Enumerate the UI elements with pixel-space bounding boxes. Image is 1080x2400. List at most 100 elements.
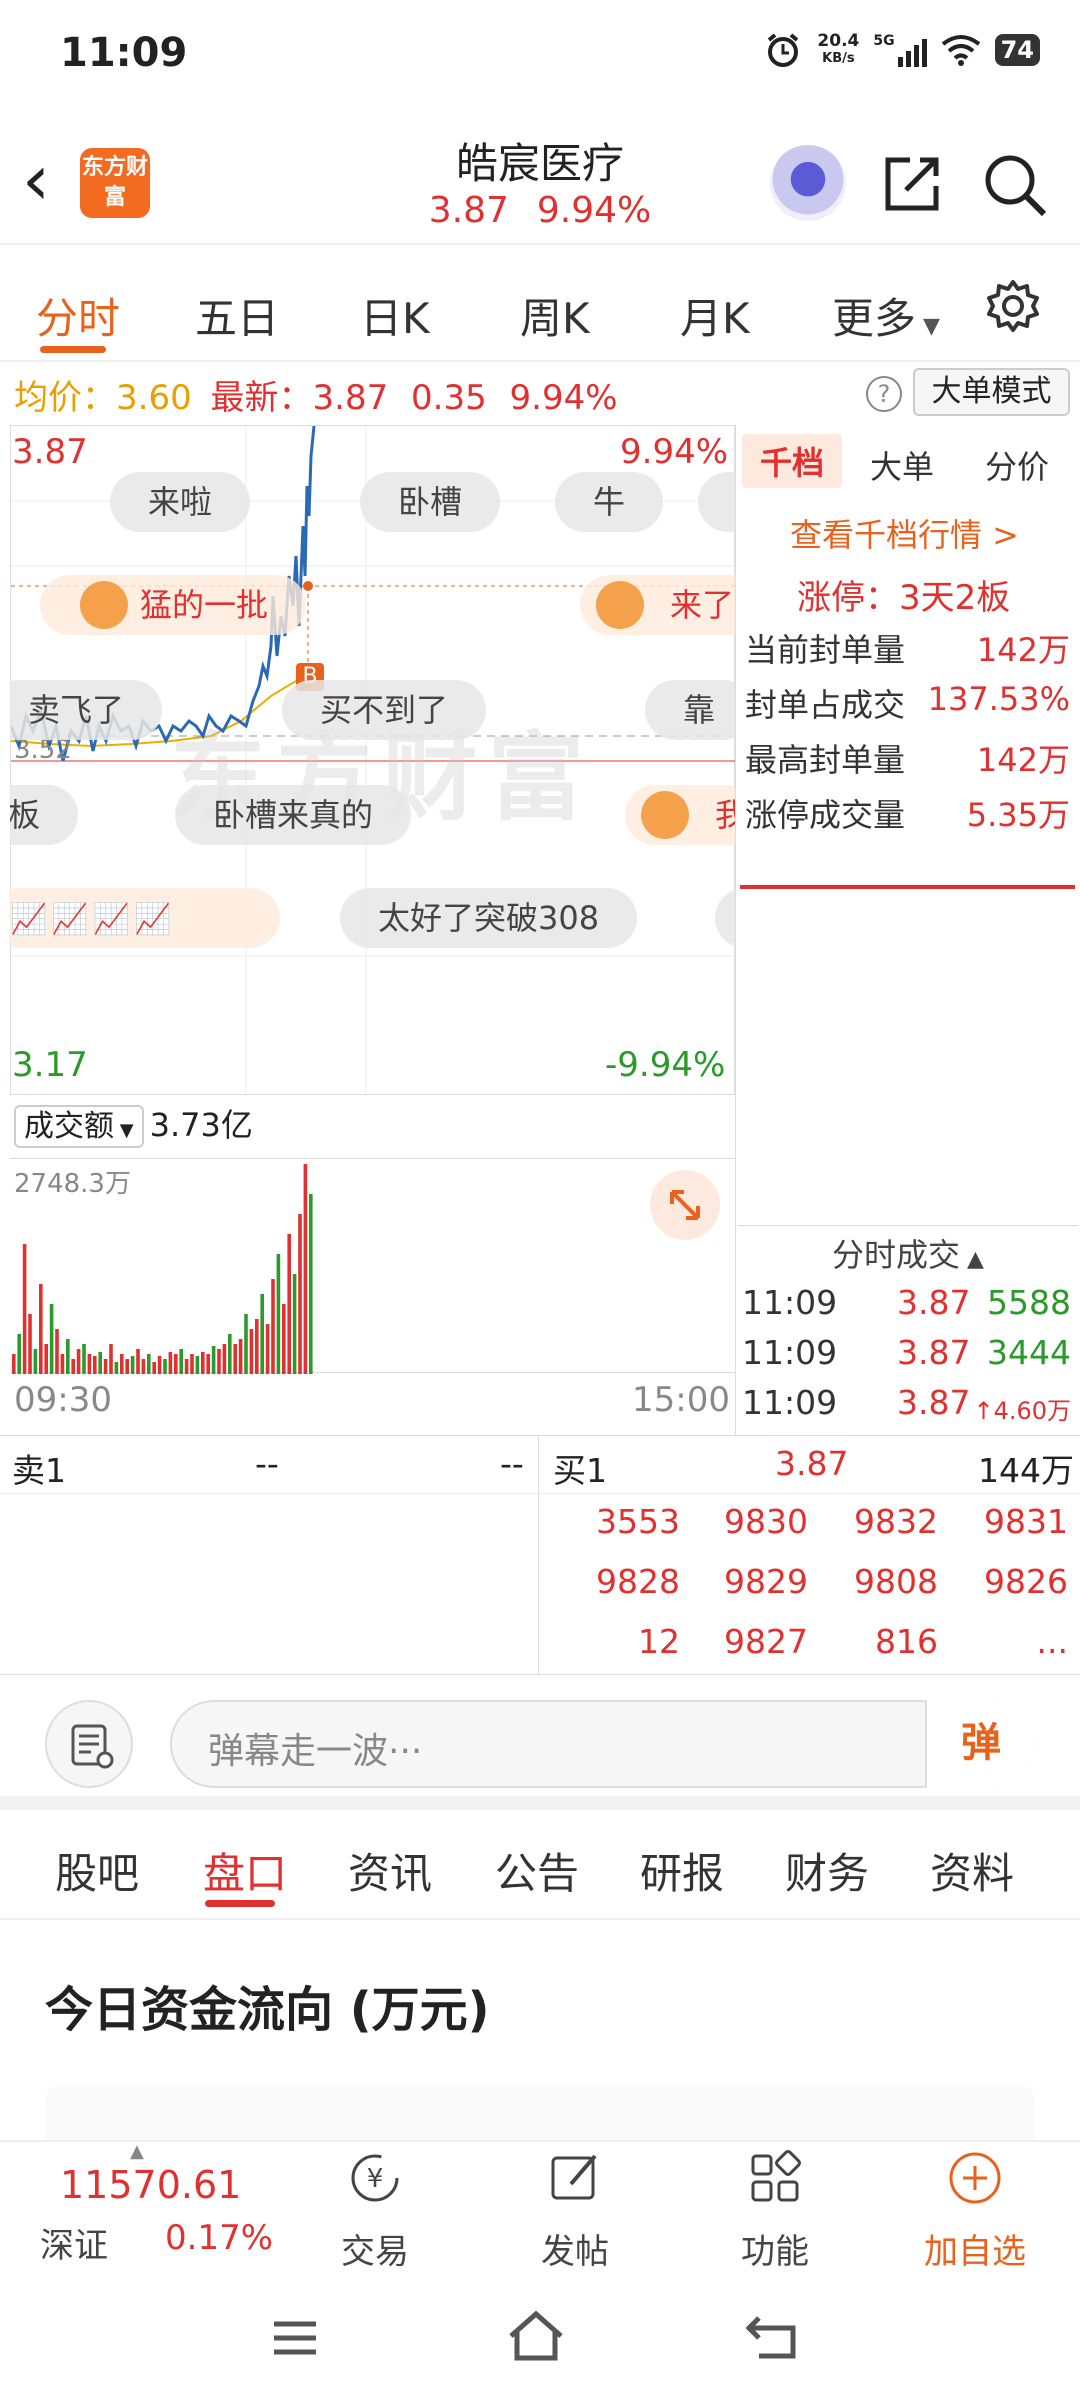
volume-bar	[233, 1344, 237, 1374]
volume-bar	[184, 1359, 189, 1374]
home-icon[interactable]	[505, 2308, 567, 2364]
back-icon[interactable]: ‹	[22, 145, 50, 215]
tab-price-dist[interactable]: 分价	[985, 442, 1049, 488]
volume-bar	[206, 1354, 210, 1374]
tab-thousand-level[interactable]: 千档	[742, 434, 843, 488]
danmu-bubble[interactable]: 我	[625, 785, 735, 845]
back-nav-icon[interactable]	[745, 2312, 801, 2360]
svg-text:¥: ¥	[367, 2164, 384, 2194]
tab-daily-k[interactable]: 日K	[360, 285, 430, 346]
trades-header[interactable]: 分时成交 ▲	[738, 1225, 1078, 1277]
nav-functions[interactable]: 功能	[705, 2148, 845, 2273]
edit-icon	[551, 2154, 597, 2200]
index-value[interactable]: 11570.61	[60, 2163, 241, 2207]
avg-price: 3.60	[116, 378, 192, 418]
volume-bar	[255, 1319, 259, 1374]
volume-bar	[195, 1356, 200, 1374]
thousand-level-link[interactable]: 查看千档行情 >	[790, 510, 1019, 556]
status-bar: 11:09 20.4 KB/s 5G 74	[0, 0, 1080, 110]
limit-stat-row: 当前封单量 142万	[745, 631, 1070, 669]
nav-trade[interactable]: ¥ 交易	[305, 2148, 445, 2273]
danmu-bubble[interactable]: 卧槽来真的	[175, 785, 412, 845]
volume-bar	[71, 1359, 75, 1374]
volume-bar	[17, 1334, 21, 1374]
tab-finance[interactable]: 财务	[785, 1840, 869, 1901]
volume-bar	[44, 1344, 48, 1374]
expand-icon[interactable]	[650, 1170, 720, 1240]
bid-list[interactable]: 买13.87144万买23.867221买33.852028买43.8471买5…	[740, 905, 1078, 1220]
queue-order: 3553	[596, 1502, 680, 1541]
queue-order: 12	[638, 1622, 680, 1661]
tab-pankou[interactable]: 盘口	[203, 1840, 287, 1901]
volume-bar	[287, 1234, 291, 1374]
chart-tabs: 分时 五日 日K 周K 月K 更多 ▼	[0, 250, 1080, 362]
danmu-bubble[interactable]: 卧槽	[360, 472, 501, 532]
volume-bar	[265, 1324, 270, 1374]
trade-row: 11:09 3.87 ↑4.60万	[742, 1383, 1071, 1425]
tab-more[interactable]: 更多 ▼	[832, 285, 940, 346]
volume-bar	[298, 1214, 302, 1374]
queue-order: 9828	[596, 1562, 680, 1601]
danmu-bubble[interactable]: 卖飞了	[10, 680, 163, 740]
volume-bar	[190, 1354, 194, 1374]
volume-bar	[28, 1314, 32, 1374]
volume-bar	[76, 1349, 81, 1374]
divider	[740, 885, 1075, 889]
volume-header: 成交额 ▼ 3.73亿	[14, 1100, 253, 1148]
order-book-separator	[0, 1493, 1080, 1494]
nav-add-watchlist[interactable]: 加自选	[905, 2148, 1045, 2273]
menu-icon[interactable]	[270, 2316, 320, 2360]
volume-bar	[49, 1304, 54, 1374]
danmu-bubble[interactable]: 来啦	[110, 472, 251, 532]
danmu-bubble[interactable]: 来了	[580, 575, 735, 635]
price-info-line: 均价：3.60 最新：3.87 0.35 9.94%	[14, 378, 618, 418]
wifi-icon	[941, 35, 980, 66]
tab-weekly-k[interactable]: 周K	[520, 285, 590, 346]
danmu-bubble[interactable]: 太好了突破308	[340, 888, 638, 948]
latest-price: 3.87	[312, 378, 389, 418]
gear-icon[interactable]	[985, 278, 1041, 334]
limit-stat-row: 封单占成交 137.53%	[745, 680, 1070, 724]
share-icon[interactable]	[880, 150, 946, 216]
danmu-settings-icon[interactable]	[45, 1700, 133, 1788]
danmu-bubble[interactable]: 牛	[555, 472, 664, 532]
volume-type-dropdown[interactable]: 成交额 ▼	[14, 1105, 144, 1148]
tab-intraday[interactable]: 分时	[36, 285, 120, 346]
tab-big-order[interactable]: 大单	[870, 442, 934, 488]
tab-announcements[interactable]: 公告	[495, 1840, 579, 1901]
danmu-rising-bubble[interactable]: 📈📈📈📈	[10, 888, 280, 948]
cow-mascot-icon	[641, 791, 689, 839]
danmu-layer: 来啦 卧槽 牛 猛的一批 来了 卖飞了 买不到了 靠 板 卧槽来真的 我 📈📈📈…	[10, 425, 735, 1095]
danmu-bubble[interactable]: 板	[10, 785, 79, 845]
danmu-bubble[interactable]: 靠	[645, 680, 735, 740]
volume-bar	[39, 1284, 43, 1374]
tab-research[interactable]: 研报	[640, 1840, 724, 1901]
order-book: 卖1 -- -- 买1 3.87 144万 3553 9830 9832 9831 98…	[0, 1435, 1080, 1675]
tab-monthly-k[interactable]: 月K	[680, 285, 750, 346]
index-pct[interactable]: 0.17%	[165, 2218, 273, 2258]
help-icon[interactable]: ?	[866, 376, 902, 412]
danmu-bubble[interactable]	[715, 888, 735, 948]
danmu-bubble[interactable]: 买不到了	[282, 680, 487, 740]
nav-post[interactable]: 发帖	[505, 2148, 645, 2273]
volume-bar	[292, 1274, 297, 1374]
danmu-bubble[interactable]	[698, 472, 735, 532]
volume-bar	[211, 1346, 216, 1374]
volume-bar	[201, 1352, 205, 1374]
tab-5day[interactable]: 五日	[195, 285, 279, 346]
volume-bar	[179, 1349, 183, 1374]
cow-mascot-icon	[596, 581, 644, 629]
price-change: 0.35	[411, 378, 487, 418]
danmu-bubble[interactable]: 猛的一批	[40, 575, 307, 635]
danmu-send-button[interactable]: 弹	[925, 1700, 1035, 1788]
search-icon[interactable]	[980, 150, 1050, 220]
index-name[interactable]: 深证	[40, 2218, 108, 2267]
big-order-mode-button[interactable]: 大单模式	[913, 368, 1070, 416]
assistant-robot-icon[interactable]	[770, 145, 846, 221]
queue-order: ...	[1036, 1622, 1068, 1661]
tab-profile[interactable]: 资料	[930, 1840, 1014, 1901]
trade-row: 11:09 3.87 3444	[742, 1333, 1071, 1372]
tab-news[interactable]: 资讯	[348, 1840, 432, 1901]
volume-total: 3.73亿	[149, 1106, 253, 1144]
tab-guba[interactable]: 股吧	[55, 1840, 139, 1901]
